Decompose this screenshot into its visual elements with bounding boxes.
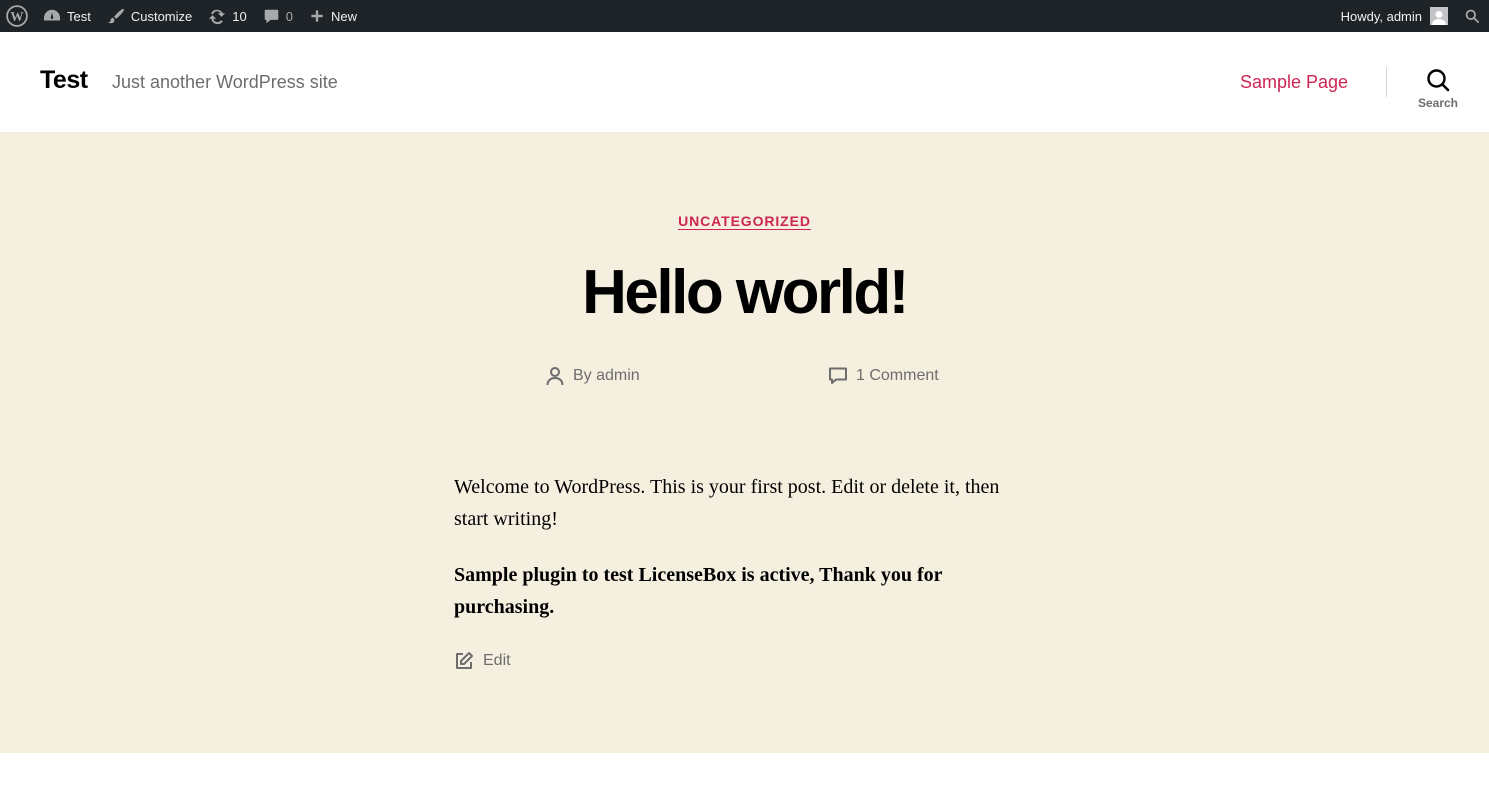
admin-bar-left: W Test Customize 10 0 New (0, 0, 365, 32)
post-author-link[interactable]: By admin (573, 367, 640, 385)
post-title: Hello world! (582, 258, 909, 327)
my-account-menu[interactable]: Howdy, admin (1333, 0, 1456, 32)
edit-label: Edit (483, 652, 511, 669)
greeting-label: Howdy, admin (1340, 8, 1422, 24)
customize-label: Customize (130, 8, 193, 24)
site-name-label: Test (67, 8, 91, 24)
admin-bar-right: Howdy, admin (1333, 0, 1489, 32)
wp-logo-menu[interactable]: W (0, 0, 35, 32)
new-content-menu[interactable]: New (301, 0, 365, 32)
entry-categories: UNCATEGORIZED (0, 213, 1489, 231)
updates-count: 10 (232, 8, 247, 24)
post-comments: 1 Comment (828, 366, 939, 386)
updates-icon (209, 9, 226, 25)
admin-bar: W Test Customize 10 0 New Howdy, admin (0, 0, 1489, 32)
site-description: Just another WordPress site (112, 72, 338, 92)
plus-icon (311, 10, 323, 22)
edit-icon (456, 652, 473, 669)
admin-bar-search[interactable] (1456, 0, 1489, 32)
dashboard-icon (44, 9, 60, 21)
search-icon (1427, 69, 1450, 92)
svg-text:W: W (10, 9, 23, 24)
search-icon (1465, 9, 1480, 23)
post-author: By admin (545, 366, 640, 386)
customize-menu[interactable]: Customize (99, 0, 200, 32)
avatar-icon (1430, 7, 1448, 25)
wordpress-logo-icon: W (6, 5, 28, 27)
post-paragraph: Welcome to WordPress. This is your first… (454, 476, 1000, 530)
search-toggle-button[interactable]: Search (1410, 68, 1466, 118)
post-paragraph-bold: Sample plugin to test LicenseBox is acti… (454, 564, 943, 618)
search-toggle-label: Search (1417, 96, 1459, 110)
user-icon (546, 367, 564, 386)
comments-count: 0 (285, 8, 293, 24)
site-title[interactable]: Test (40, 66, 88, 95)
comment-bubble-icon (264, 9, 279, 23)
header-divider (1386, 67, 1387, 97)
comment-icon (829, 367, 847, 384)
updates-menu[interactable]: 10 (200, 0, 254, 32)
comments-menu[interactable]: 0 (255, 0, 301, 32)
post-comments-link[interactable]: 1 Comment (856, 367, 939, 385)
post-entry: UNCATEGORIZED Hello world! By admin 1 Co… (0, 132, 1489, 753)
edit-post-link[interactable]: Edit (454, 651, 511, 671)
new-label: New (330, 8, 357, 24)
paintbrush-icon (107, 8, 124, 24)
category-link[interactable]: UNCATEGORIZED (678, 213, 811, 229)
site-header: Test Just another WordPress site Sample … (0, 32, 1489, 132)
nav-item-sample-page[interactable]: Sample Page (1240, 72, 1348, 93)
site-name-menu[interactable]: Test (35, 0, 99, 32)
